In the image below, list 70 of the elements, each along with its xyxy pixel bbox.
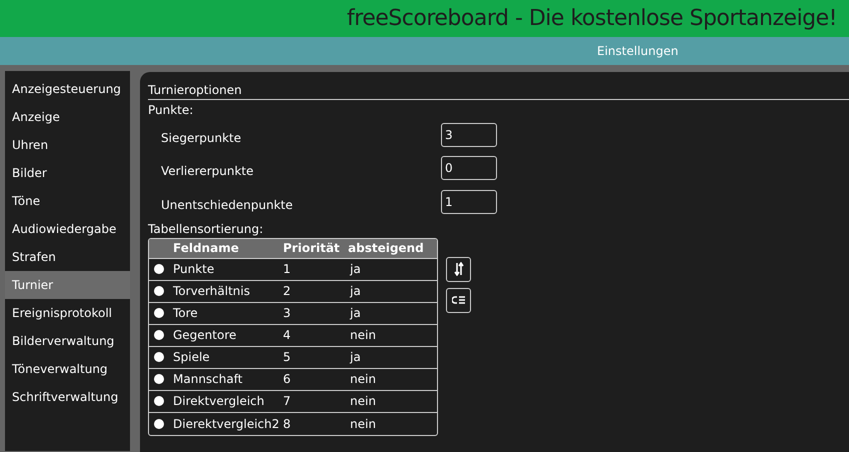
sidebar-item[interactable]: Töneverwaltung: [5, 355, 130, 383]
table-cell-text: ja: [350, 261, 361, 278]
field-label: Unentschiedenpunkte: [161, 196, 294, 214]
app-title: freeScoreboard - Die kostenlose Sportanzeige!: [346, 5, 837, 33]
table-cell-text: nein: [350, 393, 376, 410]
table-cell-text: 2: [283, 283, 292, 300]
table-cell-text: 5: [283, 349, 292, 366]
settings-title: Einstellungen: [597, 43, 678, 60]
sidebar-item[interactable]: Audiowiedergabe: [5, 215, 130, 243]
radio-button[interactable]: [154, 418, 164, 428]
table-cell-text: ja: [350, 305, 361, 322]
table-row[interactable]: Mannschaft 6 nein: [149, 368, 437, 390]
field-label: Siegerpunkte: [161, 130, 242, 147]
points-label: Punkte:: [148, 102, 194, 118]
radio-button[interactable]: [154, 330, 164, 340]
sidebar-item[interactable]: Ereignisprotokoll: [5, 299, 130, 327]
table-row[interactable]: Punkte 1 ja: [149, 258, 437, 280]
radio-button[interactable]: [154, 308, 164, 318]
list-icon: [452, 295, 465, 305]
table-row[interactable]: Direktvergleich 7 nein: [149, 390, 437, 412]
radio-button[interactable]: [154, 286, 164, 296]
column-header: Priorität: [283, 240, 341, 257]
field-label: Verliererpunkte: [161, 163, 254, 180]
list-button[interactable]: [446, 288, 471, 312]
radio-button[interactable]: [154, 396, 164, 406]
radio-button[interactable]: [154, 352, 164, 362]
sidebar-item[interactable]: Schriftverwaltung: [5, 383, 130, 411]
sorting-label: Tabellensortierung:: [148, 220, 264, 236]
table-row[interactable]: Gegentore 4 nein: [149, 324, 437, 346]
sidebar-item[interactable]: Turnier: [5, 271, 130, 299]
table-cell-text: 7: [283, 393, 292, 410]
table-cell-text: ja: [350, 349, 361, 366]
sidebar-item[interactable]: Bilder: [5, 159, 130, 187]
table-cell-text: Torverhältnis: [173, 283, 251, 300]
sidebar-item[interactable]: Anzeigesteuerung: [5, 75, 130, 103]
table-cell-text: Gegentore: [173, 327, 238, 344]
sidebar-item[interactable]: Bilderverwaltung: [5, 327, 130, 355]
table-cell-text: 3: [283, 305, 292, 322]
sort-arrows-icon: [454, 262, 464, 276]
column-header: absteigend: [348, 240, 424, 257]
table-row[interactable]: Tore 3 ja: [149, 302, 437, 324]
panel-title: Turnieroptionen: [148, 82, 849, 100]
table-row[interactable]: Dierektvergleich2 8 nein: [149, 412, 437, 434]
table-cell-text: nein: [350, 416, 376, 432]
table-cell-text: Dierektvergleich2: [173, 416, 280, 432]
table-cell-text: nein: [350, 327, 376, 344]
input-field[interactable]: 0: [441, 156, 497, 180]
radio-button[interactable]: [154, 374, 164, 384]
sidebar-item[interactable]: Uhren: [5, 131, 130, 159]
table-row[interactable]: Torverhältnis 2 ja: [149, 280, 437, 302]
sidebar-item[interactable]: Anzeige: [5, 103, 130, 131]
table-cell-text: 6: [283, 371, 292, 388]
table-cell-text: Punkte: [173, 261, 216, 278]
sidebar-item[interactable]: Strafen: [5, 243, 130, 271]
sort-order-button[interactable]: [446, 256, 471, 282]
table-cell-text: Direktvergleich: [173, 393, 266, 410]
input-field[interactable]: 3: [441, 122, 497, 147]
table-cell-text: Tore: [173, 305, 199, 322]
table-cell-text: 4: [283, 327, 292, 344]
table-row[interactable]: Spiele 5 ja: [149, 346, 437, 368]
table-cell-text: ja: [350, 283, 361, 300]
input-field[interactable]: 1: [441, 190, 497, 214]
radio-button[interactable]: [154, 264, 164, 274]
table-cell-text: 1: [283, 261, 292, 278]
sidebar-item[interactable]: Töne: [5, 187, 130, 215]
table-cell-text: Mannschaft: [173, 371, 244, 388]
column-header: Feldname: [173, 240, 240, 257]
table-cell-text: nein: [350, 371, 376, 388]
table-cell-text: 8: [283, 416, 292, 432]
table-cell-text: Spiele: [173, 349, 211, 366]
